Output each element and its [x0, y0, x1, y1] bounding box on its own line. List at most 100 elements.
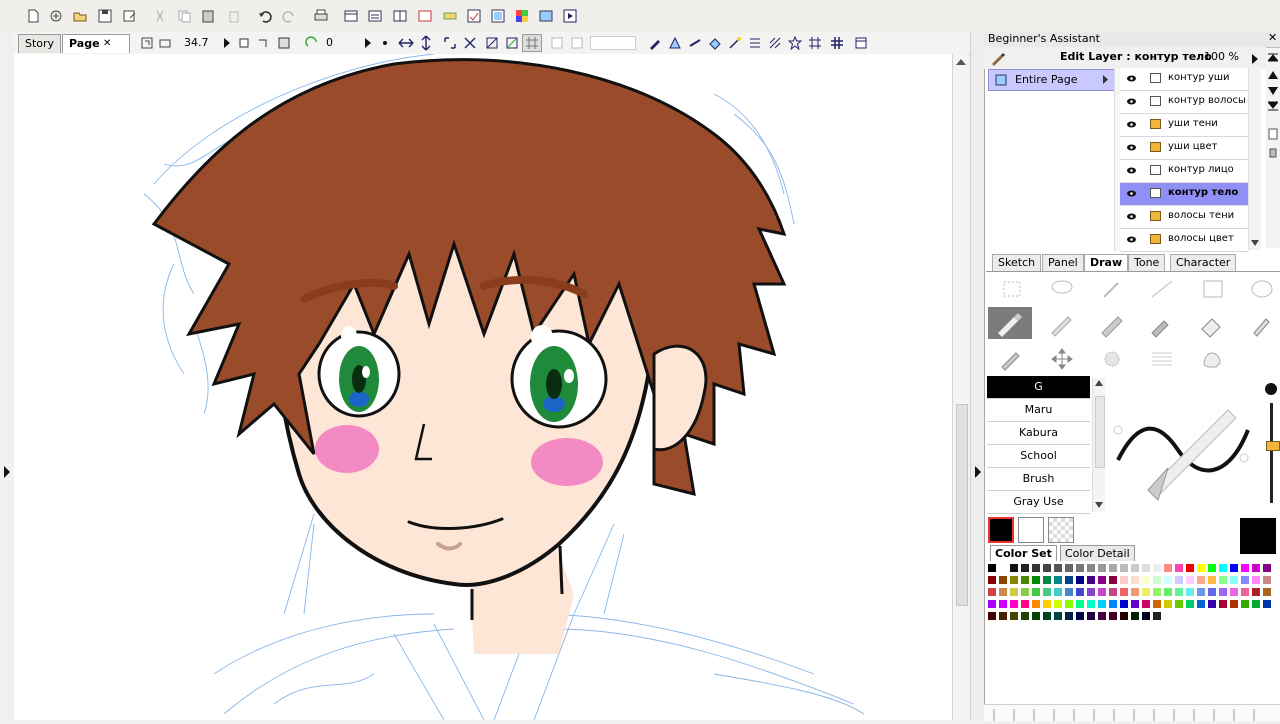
color-swatch[interactable] — [1064, 575, 1074, 585]
line-tool[interactable] — [1140, 273, 1184, 305]
ellipse-tool[interactable] — [1240, 273, 1280, 305]
undo-icon[interactable] — [257, 8, 273, 24]
color-swatch[interactable] — [1141, 563, 1151, 573]
color-swatch[interactable] — [1262, 587, 1272, 597]
color-swatch[interactable] — [1229, 563, 1239, 573]
scroll-up-icon[interactable] — [956, 58, 966, 66]
tab-panel[interactable]: Panel — [1042, 254, 1084, 271]
transparent-swatch[interactable] — [1048, 517, 1074, 543]
tab-close-icon[interactable]: ✕ — [103, 35, 111, 53]
color-swatch[interactable] — [1207, 575, 1217, 585]
fill-pen-tool[interactable] — [1240, 307, 1280, 339]
zoom-value[interactable]: 34.7 — [184, 36, 209, 49]
color-swatch[interactable] — [1174, 563, 1184, 573]
hand-tool[interactable] — [1190, 343, 1234, 375]
ruler-tool-icon[interactable] — [688, 36, 702, 50]
color-swatch[interactable] — [1251, 563, 1261, 573]
color-swatch[interactable] — [1009, 575, 1019, 585]
color-swatch[interactable] — [1207, 587, 1217, 597]
pen-tool-selected[interactable] — [988, 307, 1032, 339]
layer-row[interactable]: контур уши — [1120, 68, 1248, 91]
color-swatch[interactable] — [1053, 587, 1063, 597]
color-swatch[interactable] — [1218, 563, 1228, 573]
color-swatch[interactable] — [1020, 599, 1030, 609]
sub-color-swatch[interactable] — [1018, 517, 1044, 543]
color-swatch[interactable] — [1108, 575, 1118, 585]
color-swatch[interactable] — [1097, 563, 1107, 573]
pen-scroll-thumb[interactable] — [1095, 396, 1105, 468]
color-swatch[interactable] — [1075, 587, 1085, 597]
color-swatch[interactable] — [1108, 599, 1118, 609]
pen-item-g[interactable]: G — [987, 376, 1090, 399]
color-swatch[interactable] — [1174, 575, 1184, 585]
color-swatch[interactable] — [1009, 611, 1019, 621]
delete-icon[interactable] — [226, 8, 242, 24]
page-tree-entire-page[interactable]: Entire Page — [988, 69, 1116, 91]
color-swatch[interactable] — [1240, 587, 1250, 597]
pen-item-maru[interactable]: Maru — [987, 399, 1090, 422]
page-list-icon[interactable] — [367, 8, 383, 24]
panel-splitter[interactable] — [970, 32, 985, 720]
zoom-fit-icon[interactable] — [158, 36, 172, 50]
color-swatch[interactable] — [1196, 575, 1206, 585]
pen-list-scrollbar[interactable] — [1092, 378, 1105, 512]
parallel-lines-tool[interactable] — [1140, 343, 1184, 375]
brush-size-slider[interactable] — [1263, 383, 1280, 513]
color-swatch[interactable] — [1064, 599, 1074, 609]
color-swatch[interactable] — [1229, 599, 1239, 609]
color-swatch[interactable] — [1119, 575, 1129, 585]
color-swatch[interactable] — [1185, 563, 1195, 573]
color-swatch[interactable] — [1042, 563, 1052, 573]
hatch-tool-icon[interactable] — [768, 36, 782, 50]
open-folder-icon[interactable] — [72, 8, 88, 24]
color-swatch[interactable] — [1053, 563, 1063, 573]
perspective-grid-icon[interactable] — [808, 36, 822, 50]
color-swatch[interactable] — [1240, 599, 1250, 609]
color-swatch[interactable] — [1218, 599, 1228, 609]
layer-row[interactable]: контур волосы — [1120, 91, 1248, 114]
layer-pen-icon[interactable] — [990, 50, 1006, 66]
star-tool-icon[interactable] — [787, 35, 803, 51]
pen-item-kabura[interactable]: Kabura — [987, 422, 1090, 445]
flip-vertical-icon[interactable] — [419, 35, 433, 51]
color-swatch[interactable] — [1064, 611, 1074, 621]
eye-icon[interactable] — [1127, 236, 1136, 243]
eye-icon[interactable] — [1127, 121, 1136, 128]
canvas-vertical-scrollbar[interactable] — [952, 54, 969, 720]
color-swatch[interactable] — [1130, 611, 1140, 621]
color-swatch[interactable] — [1031, 587, 1041, 597]
color-swatch[interactable] — [1119, 587, 1129, 597]
page-icon-a[interactable] — [550, 36, 564, 50]
color-swatch[interactable] — [1075, 611, 1085, 621]
color-swatch[interactable] — [1251, 599, 1261, 609]
color-swatch[interactable] — [1130, 563, 1140, 573]
bucket-icon[interactable] — [708, 36, 722, 50]
blank-field[interactable] — [590, 36, 636, 50]
panel-menu-icon[interactable] — [854, 36, 868, 50]
color-swatch[interactable] — [1163, 587, 1173, 597]
rotation-icon[interactable] — [305, 36, 319, 50]
color-swatch[interactable] — [1042, 599, 1052, 609]
tab-sketch[interactable]: Sketch — [992, 254, 1042, 271]
color-swatch[interactable] — [1119, 563, 1129, 573]
color-swatch[interactable] — [1262, 575, 1272, 585]
transform-icon[interactable] — [463, 36, 477, 50]
color-swatch[interactable] — [1086, 563, 1096, 573]
color-swatch[interactable] — [1229, 587, 1239, 597]
slider-track[interactable] — [1270, 403, 1273, 503]
page-icon-b[interactable] — [570, 36, 584, 50]
pen-item-school[interactable]: School — [987, 445, 1090, 468]
flip-icon[interactable] — [277, 36, 291, 50]
burst-tool[interactable] — [1090, 343, 1134, 375]
color-swatch[interactable] — [998, 575, 1008, 585]
pen-scroll-up-icon[interactable] — [1095, 380, 1103, 386]
flip-horizontal-icon[interactable] — [398, 36, 414, 50]
color-swatch[interactable] — [1240, 563, 1250, 573]
color-swatch[interactable] — [1020, 611, 1030, 621]
tab-color-set[interactable]: Color Set — [990, 545, 1057, 561]
color-swatch[interactable] — [1207, 599, 1217, 609]
select-tool[interactable] — [990, 273, 1034, 305]
color-swatch[interactable] — [1020, 587, 1030, 597]
check-icon[interactable] — [466, 8, 482, 24]
scroll-thumb[interactable] — [956, 404, 968, 606]
